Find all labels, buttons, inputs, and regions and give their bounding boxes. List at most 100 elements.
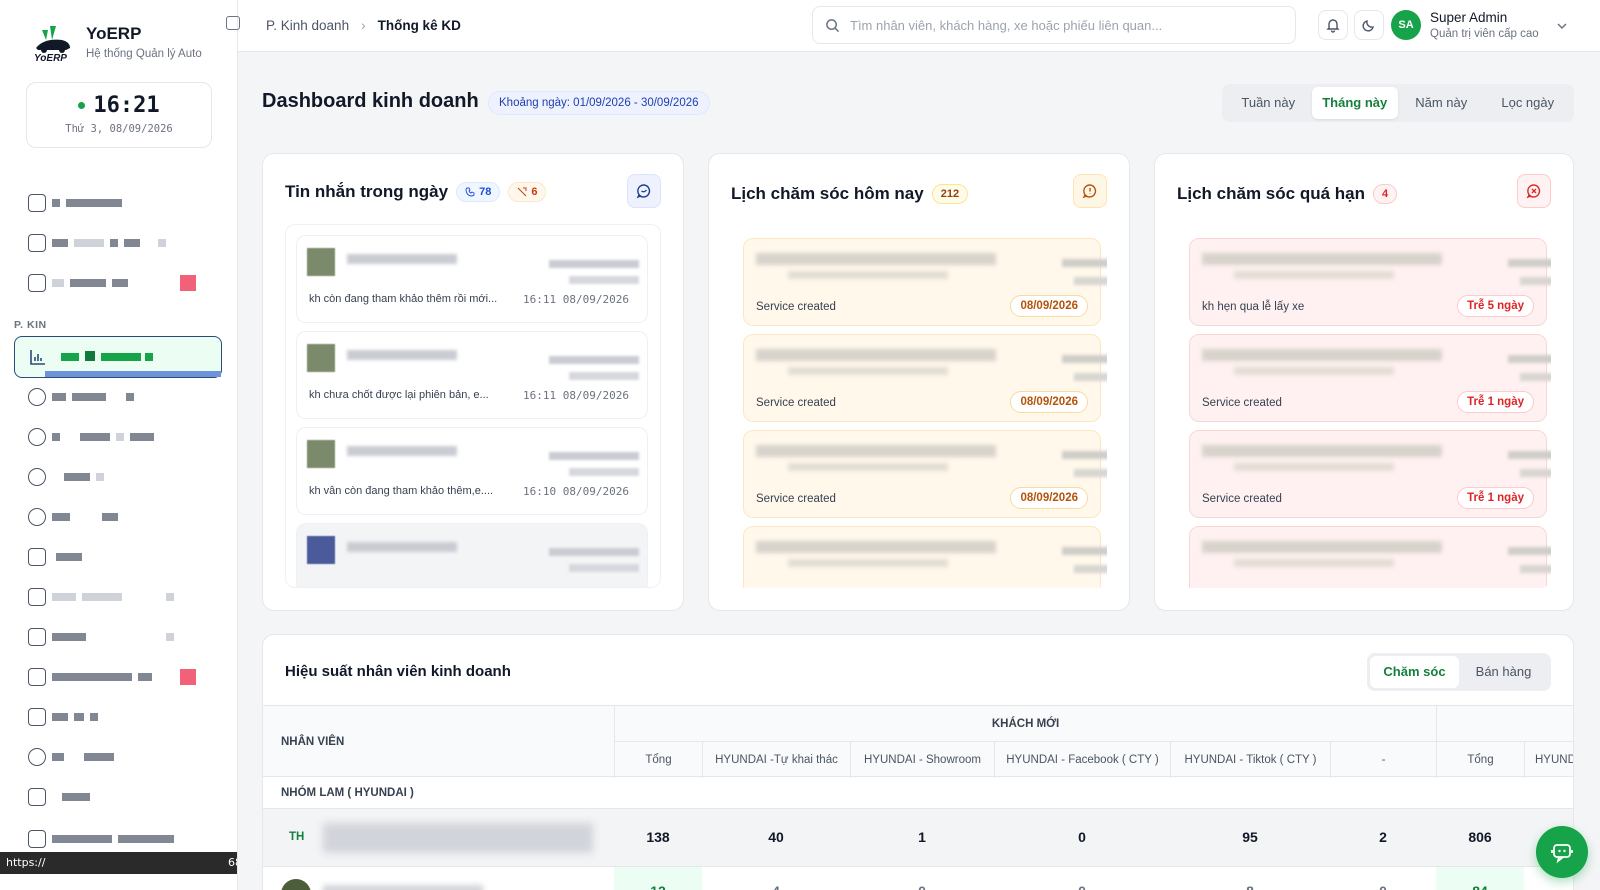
avatar (307, 440, 335, 468)
list-item[interactable] (743, 526, 1107, 588)
route-icon (28, 548, 46, 566)
chevron-down-icon[interactable] (1556, 20, 1568, 32)
tab-nam-nay[interactable]: Năm này (1398, 87, 1485, 119)
message-time: 16:11 08/09/2026 (523, 389, 629, 402)
list-item[interactable]: kh vẫn còn đang tham khảo thêm,e.... 16:… (296, 427, 648, 515)
sidebar-item[interactable] (28, 584, 218, 610)
sidebar-item[interactable] (28, 464, 218, 490)
care-label: Service created (756, 493, 836, 505)
phone-icon (465, 187, 475, 197)
list-item[interactable]: Service created 08/09/2026 (743, 430, 1107, 518)
sidebar-item[interactable] (28, 826, 218, 852)
tab-loc-ngay[interactable]: Lọc ngày (1485, 87, 1572, 119)
card-title: Tin nhắn trong ngày (285, 182, 449, 201)
clipboard-check-icon (28, 708, 46, 726)
list-item[interactable]: Service created 08/09/2026 (743, 334, 1107, 422)
brand[interactable]: YoERP YoERP Hệ thống Quản lý Auto (32, 22, 202, 64)
bar-chart-icon (30, 350, 45, 365)
sidebar-item-thong-ke-kd[interactable] (14, 336, 222, 378)
sidebar-item[interactable] (28, 544, 218, 570)
care-label: Service created (756, 301, 836, 313)
open-care-today-button[interactable] (1073, 174, 1107, 208)
open-messages-button[interactable] (627, 174, 661, 208)
table-row[interactable]: TH 138 40 1 0 95 2 806 (263, 809, 1573, 867)
sidebar-item[interactable] (28, 664, 218, 690)
list-item[interactable] (296, 523, 648, 587)
sidebar-item[interactable] (28, 704, 218, 730)
phone-missed-icon (517, 187, 527, 197)
messages-card: Tin nhắn trong ngày 78 6 kh còn đang tha… (262, 153, 684, 611)
theme-toggle-button[interactable] (1354, 10, 1384, 40)
message-time: 16:10 08/09/2026 (523, 485, 629, 498)
loader-icon (28, 748, 46, 766)
sidebar-item[interactable] (28, 424, 218, 450)
sidebar-toggle-icon[interactable] (226, 16, 240, 30)
missed-calls-badge: 6 (508, 182, 547, 202)
message-text: kh vẫn còn đang tham khảo thêm,e.... (309, 485, 494, 497)
sidebar-item[interactable] (28, 504, 218, 530)
message-time: 16:11 08/09/2026 (523, 293, 629, 306)
tab-cham-soc[interactable]: Chăm sóc (1370, 656, 1459, 688)
table-cell: 0 (1078, 829, 1086, 845)
card-title: Lịch chăm sóc quá hạn (1177, 184, 1365, 203)
list-icon (28, 234, 46, 252)
clipboard-icon (28, 588, 46, 606)
global-search[interactable] (812, 6, 1296, 44)
list-item[interactable]: kh chưa chốt được lại phiên bản, e... 16… (296, 331, 648, 419)
sidebar-item[interactable] (28, 270, 218, 296)
sidebar-item[interactable] (28, 744, 218, 770)
clipboard-icon (28, 194, 46, 212)
list-item[interactable]: Service created Trễ 1 ngày (1189, 430, 1551, 518)
notifications-button[interactable] (1318, 10, 1348, 40)
column-header[interactable]: HYUNDAI - Facebook ( CTY ) (994, 742, 1170, 778)
list-item[interactable]: kh còn đang tham khảo thêm rồi mới... 16… (296, 235, 648, 323)
breadcrumb-parent[interactable]: P. Kinh doanh (266, 18, 349, 33)
tab-thang-nay[interactable]: Tháng này (1311, 87, 1398, 119)
search-input[interactable] (850, 17, 1270, 33)
table-header: NHÂN VIÊN KHÁCH MỚI Tổng HYUNDAI -Tự kha… (263, 705, 1573, 778)
sidebar-item[interactable] (28, 784, 218, 810)
table-cell: 2 (1379, 829, 1387, 845)
list-item[interactable] (1189, 526, 1551, 588)
avatar[interactable]: SA (1391, 10, 1421, 40)
live-dot-icon (78, 102, 86, 109)
tab-tuan-nay[interactable]: Tuần này (1225, 87, 1312, 119)
page-title: Dashboard kinh doanh (262, 90, 479, 112)
sidebar-item[interactable] (28, 624, 218, 650)
message-text: kh chưa chốt được lại phiên bản, e... (309, 389, 489, 401)
chat-assistant-button[interactable] (1536, 826, 1588, 878)
status-bar: https:// 68 (0, 852, 237, 874)
sidebar: YoERP YoERP Hệ thống Quản lý Auto 16:21 … (0, 0, 238, 890)
open-overdue-button[interactable] (1517, 174, 1551, 208)
sidebar-item[interactable] (28, 230, 218, 256)
message-circle-icon (636, 184, 651, 199)
sidebar-item[interactable] (28, 190, 218, 216)
notification-badge (180, 275, 196, 291)
care-label: kh hẹn qua lễ lấy xe (1202, 301, 1305, 313)
user-name[interactable]: Super Admin (1430, 10, 1507, 25)
user-role: Quản trị viên cấp cao (1430, 28, 1539, 40)
column-header-employee[interactable]: NHÂN VIÊN (281, 736, 344, 748)
overdue-badge: Trễ 1 ngày (1457, 391, 1534, 413)
column-header[interactable]: Tổng (614, 742, 702, 778)
table-cell: 95 (1242, 829, 1258, 845)
clock-time: 16:21 (93, 93, 160, 118)
table-row[interactable]: 12 4 0 0 8 0 84 (263, 867, 1573, 890)
column-header[interactable]: HYUND (1524, 742, 1573, 778)
column-header[interactable]: HYUNDAI - Showroom (850, 742, 994, 778)
column-header[interactable]: Tổng (1436, 742, 1524, 778)
moon-icon (1362, 20, 1374, 32)
sidebar-item[interactable] (28, 384, 218, 410)
column-header[interactable]: HYUNDAI -Tự khai thác (702, 742, 850, 778)
message-alert-icon (1082, 184, 1097, 199)
list-item[interactable]: Service created Trễ 1 ngày (1189, 334, 1551, 422)
breadcrumb: P. Kinh doanh › Thống kê KD (266, 18, 461, 33)
column-header[interactable]: HYUNDAI - Tiktok ( CTY ) (1170, 742, 1330, 778)
list-item[interactable]: kh hẹn qua lễ lấy xe Trễ 5 ngày (1189, 238, 1551, 326)
bell-icon (1326, 19, 1340, 33)
tab-ban-hang[interactable]: Bán hàng (1459, 656, 1548, 688)
column-header[interactable]: - (1330, 742, 1436, 778)
list-item[interactable]: Service created 08/09/2026 (743, 238, 1107, 326)
table-cell: 806 (1468, 829, 1492, 845)
performance-tabs: Chăm sóc Bán hàng (1367, 653, 1551, 691)
